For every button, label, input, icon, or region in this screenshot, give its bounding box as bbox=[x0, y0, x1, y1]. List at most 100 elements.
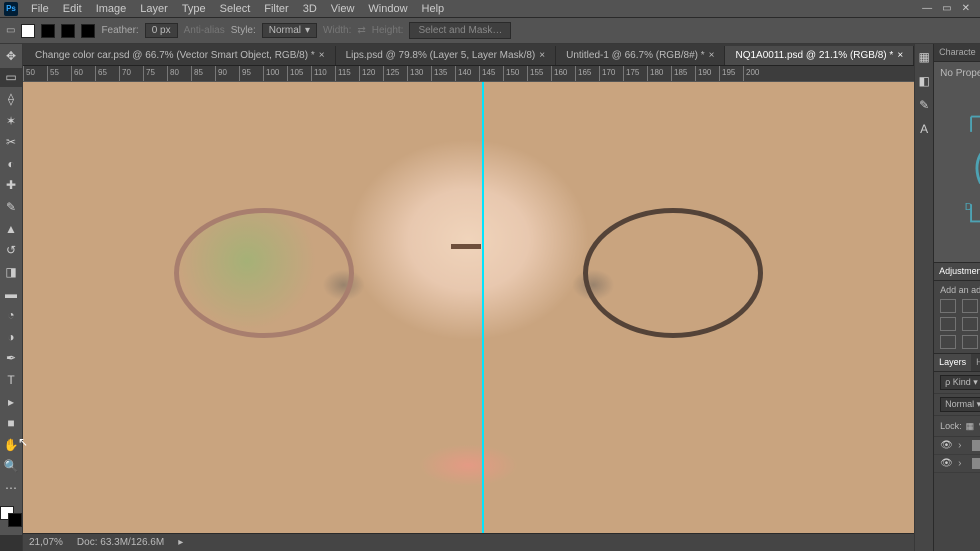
menu-view[interactable]: View bbox=[324, 3, 362, 15]
close-tab-icon[interactable]: × bbox=[897, 50, 903, 61]
swap-icon: ⇄ bbox=[357, 25, 365, 36]
vertical-guide[interactable] bbox=[482, 82, 484, 533]
blur-tool-icon[interactable]: ◔ bbox=[0, 305, 22, 325]
posterize-icon[interactable] bbox=[962, 335, 978, 349]
menu-window[interactable]: Window bbox=[361, 3, 414, 15]
history-brush-tool-icon[interactable]: ↺ bbox=[0, 240, 22, 260]
panel-icon[interactable]: A bbox=[915, 120, 933, 138]
zoom-tool-icon[interactable]: 🔍 bbox=[0, 457, 22, 477]
menu-edit[interactable]: Edit bbox=[56, 3, 89, 15]
ruler-tick: 145 bbox=[479, 66, 495, 81]
menu-help[interactable]: Help bbox=[415, 3, 452, 15]
status-chevron-icon[interactable]: ▸ bbox=[178, 537, 183, 548]
ruler-tick: 135 bbox=[431, 66, 447, 81]
stamp-tool-icon[interactable]: ▲ bbox=[0, 219, 22, 239]
menubar: Ps File Edit Image Layer Type Select Fil… bbox=[0, 0, 980, 18]
brightness-icon[interactable] bbox=[940, 299, 956, 313]
ruler-tick: 70 bbox=[119, 66, 131, 81]
move-tool-icon[interactable]: ✥ bbox=[0, 46, 22, 66]
eyedropper-tool-icon[interactable]: ◐ bbox=[0, 154, 22, 174]
ruler-tick: 50 bbox=[23, 66, 35, 81]
gradient-tool-icon[interactable]: ▬ bbox=[0, 284, 22, 304]
close-icon[interactable]: ✕ bbox=[962, 3, 970, 14]
hue-icon[interactable] bbox=[940, 317, 956, 331]
ruler-tick: 115 bbox=[335, 66, 351, 81]
doc-size[interactable]: Doc: 63.3M/126.6M bbox=[77, 537, 164, 548]
image-content bbox=[583, 208, 763, 338]
brushes-icon[interactable]: ✎ bbox=[915, 96, 933, 114]
menu-type[interactable]: Type bbox=[175, 3, 213, 15]
ruler-tick: 130 bbox=[407, 66, 423, 81]
zoom-level[interactable]: 21,07% bbox=[29, 537, 63, 548]
feather-input[interactable]: 0 px bbox=[145, 23, 178, 38]
tab-adjustments[interactable]: Adjustments bbox=[934, 263, 980, 280]
visibility-icon[interactable]: 👁 bbox=[940, 458, 952, 469]
swatches-icon[interactable]: ▦ bbox=[915, 48, 933, 66]
color-icon[interactable]: ◧ bbox=[915, 72, 933, 90]
shape-tool-icon[interactable]: ■ bbox=[0, 413, 22, 433]
lock-transparency-icon[interactable]: ▦ bbox=[966, 421, 975, 432]
adjustments-panel: Add an adjustment bbox=[934, 281, 980, 353]
tab-character[interactable]: Characte bbox=[934, 44, 980, 61]
document-tab-active[interactable]: NQ1A0011.psd @ 21.1% (RGB/8) *× bbox=[725, 46, 914, 65]
style-select[interactable]: Normal ▾ bbox=[262, 23, 317, 38]
edit-toolbar-icon[interactable]: ⋯ bbox=[0, 478, 22, 498]
type-tool-icon[interactable]: T bbox=[0, 370, 22, 390]
color-swatches[interactable] bbox=[0, 506, 22, 528]
healing-tool-icon[interactable]: ✚ bbox=[0, 176, 22, 196]
dodge-tool-icon[interactable]: ◑ bbox=[0, 327, 22, 347]
menu-image[interactable]: Image bbox=[89, 3, 134, 15]
marquee-tool-icon[interactable]: ▭ bbox=[6, 25, 15, 36]
invert-icon[interactable] bbox=[940, 335, 956, 349]
close-tab-icon[interactable]: × bbox=[539, 50, 545, 61]
selection-subtract-icon[interactable] bbox=[61, 24, 75, 38]
levels-icon[interactable] bbox=[962, 299, 978, 313]
close-tab-icon[interactable]: × bbox=[709, 50, 715, 61]
ruler-tick: 100 bbox=[263, 66, 279, 81]
app-icon: Ps bbox=[4, 2, 18, 16]
blend-mode-select[interactable]: Normal ▾ bbox=[940, 397, 980, 412]
select-and-mask-button[interactable]: Select and Mask… bbox=[409, 22, 511, 39]
document-tab[interactable]: Change color car.psd @ 66.7% (Vector Sma… bbox=[25, 46, 336, 65]
crop-tool-icon[interactable]: ✂ bbox=[0, 132, 22, 152]
ruler-tick: 160 bbox=[551, 66, 567, 81]
layer-row[interactable]: 👁 › Group 1 bbox=[934, 455, 980, 473]
document-tab[interactable]: Lips.psd @ 79.8% (Layer 5, Layer Mask/8)… bbox=[336, 46, 557, 65]
menu-3d[interactable]: 3D bbox=[296, 3, 324, 15]
brush-tool-icon[interactable]: ✎ bbox=[0, 197, 22, 217]
visibility-icon[interactable]: 👁 bbox=[940, 440, 952, 451]
close-tab-icon[interactable]: × bbox=[319, 50, 325, 61]
tab-layers[interactable]: Layers bbox=[934, 354, 971, 371]
lock-label: Lock: bbox=[940, 421, 962, 431]
quick-select-tool-icon[interactable]: ✶ bbox=[0, 111, 22, 131]
menu-select[interactable]: Select bbox=[213, 3, 258, 15]
path-select-tool-icon[interactable]: ▸ bbox=[0, 392, 22, 412]
menu-file[interactable]: File bbox=[24, 3, 56, 15]
menu-filter[interactable]: Filter bbox=[257, 3, 295, 15]
eraser-tool-icon[interactable]: ◨ bbox=[0, 262, 22, 282]
document-tab[interactable]: Untitled-1 @ 66.7% (RGB/8#) *× bbox=[556, 46, 725, 65]
image-content bbox=[174, 208, 354, 338]
pen-tool-icon[interactable]: ✒ bbox=[0, 349, 22, 369]
selection-intersect-icon[interactable] bbox=[81, 24, 95, 38]
ruler-tick: 60 bbox=[71, 66, 83, 81]
selection-add-icon[interactable] bbox=[41, 24, 55, 38]
expand-icon[interactable]: › bbox=[958, 458, 966, 469]
hand-tool-icon[interactable]: ✋ bbox=[0, 435, 22, 455]
status-bar: 21,07% Doc: 63.3M/126.6M ▸ bbox=[23, 533, 914, 551]
horizontal-ruler[interactable]: 5055606570758085909510010511011512012513… bbox=[23, 66, 914, 82]
maximize-icon[interactable]: ▭ bbox=[942, 3, 951, 14]
minimize-icon[interactable]: — bbox=[922, 3, 932, 14]
menu-layer[interactable]: Layer bbox=[133, 3, 175, 15]
tab-history[interactable]: History bbox=[971, 354, 980, 371]
expand-icon[interactable]: › bbox=[958, 440, 966, 451]
folder-icon bbox=[972, 458, 980, 469]
lasso-tool-icon[interactable]: ⟠ bbox=[0, 89, 22, 109]
layer-row[interactable]: 👁 › Group 2 bbox=[934, 437, 980, 455]
marquee-tool-icon[interactable]: ▭ bbox=[0, 68, 22, 88]
color-balance-icon[interactable] bbox=[962, 317, 978, 331]
layer-filter-kind[interactable]: ρ Kind ▾ bbox=[940, 375, 980, 390]
selection-new-icon[interactable] bbox=[21, 24, 35, 38]
canvas[interactable] bbox=[23, 82, 914, 533]
quick-mask-icon[interactable] bbox=[0, 535, 22, 551]
